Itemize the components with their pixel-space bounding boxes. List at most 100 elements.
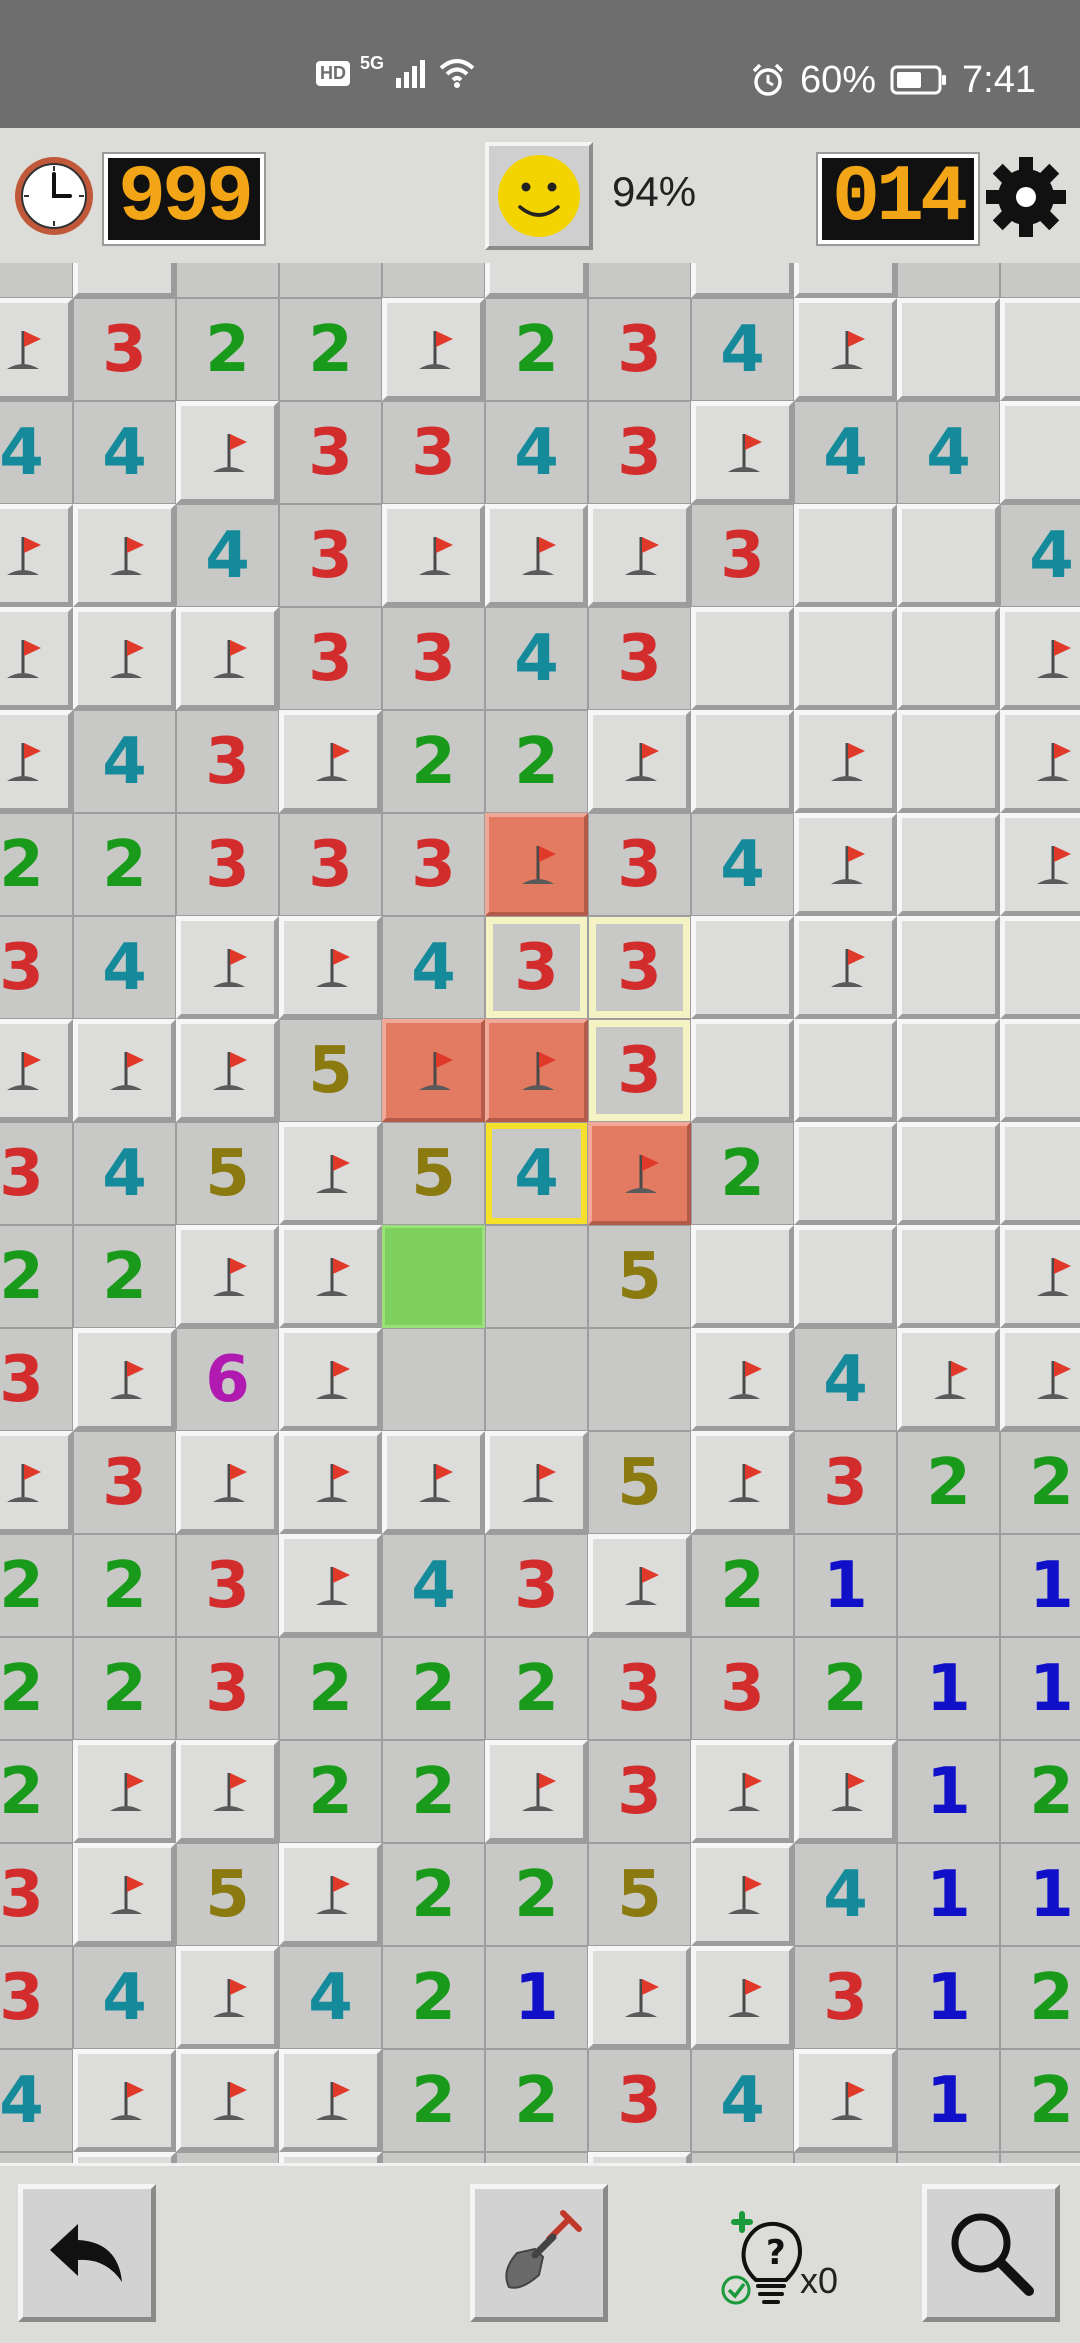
dig-shovel-button[interactable] [470, 2184, 608, 2322]
number-cell[interactable]: 4 [176, 504, 279, 607]
flagged-cell[interactable] [0, 1431, 73, 1534]
number-cell[interactable]: 2 [382, 1946, 485, 2049]
board-cell[interactable] [897, 263, 1000, 298]
number-cell[interactable]: 3 [279, 401, 382, 504]
flagged-cell[interactable] [897, 1328, 1000, 1431]
flagged-cell[interactable] [176, 1431, 279, 1534]
number-cell[interactable]: 2 [485, 1843, 588, 1946]
number-cell[interactable]: 5 [279, 1019, 382, 1122]
number-cell[interactable]: 3 [691, 1637, 794, 1740]
unrevealed-cell[interactable] [691, 607, 794, 710]
flagged-cell[interactable] [73, 1843, 176, 1946]
number-cell[interactable]: 3 [588, 2049, 691, 2152]
flagged-cell[interactable] [588, 710, 691, 813]
flagged-cell[interactable] [1000, 1328, 1080, 1431]
flagged-cell[interactable] [73, 607, 176, 710]
board-cell[interactable] [176, 263, 279, 298]
flagged-cell[interactable] [279, 1843, 382, 1946]
flagged-cell[interactable] [0, 1019, 73, 1122]
unrevealed-cell[interactable] [897, 504, 1000, 607]
number-cell[interactable]: 4 [485, 1122, 588, 1225]
number-cell[interactable]: 3 [0, 1328, 73, 1431]
number-cell[interactable]: 5 [382, 1122, 485, 1225]
flagged-cell[interactable] [1000, 813, 1080, 916]
flagged-cell[interactable] [279, 1431, 382, 1534]
number-cell[interactable]: 2 [382, 1740, 485, 1843]
number-cell[interactable]: 3 [382, 813, 485, 916]
number-cell[interactable]: 4 [794, 1328, 897, 1431]
flagged-cell[interactable] [382, 1431, 485, 1534]
number-cell[interactable]: 3 [382, 607, 485, 710]
number-cell[interactable]: 3 [588, 607, 691, 710]
number-cell[interactable]: 3 [176, 710, 279, 813]
number-cell[interactable]: 2 [279, 298, 382, 401]
number-cell[interactable]: 3 [176, 813, 279, 916]
board-cell[interactable] [279, 263, 382, 298]
number-cell[interactable]: 2 [1000, 1431, 1080, 1534]
empty-cell[interactable] [897, 1534, 1000, 1637]
flagged-cell[interactable] [794, 2049, 897, 2152]
flagged-cell[interactable] [1000, 710, 1080, 813]
number-cell[interactable]: 4 [691, 2049, 794, 2152]
flagged-cell[interactable] [0, 298, 73, 401]
number-cell[interactable]: 1 [897, 2049, 1000, 2152]
number-cell[interactable]: 2 [279, 1637, 382, 1740]
flagged-cell[interactable] [73, 1740, 176, 1843]
flagged-cell[interactable] [0, 607, 73, 710]
flagged-cell[interactable] [485, 1431, 588, 1534]
number-cell[interactable]: 4 [73, 1122, 176, 1225]
flagged-cell[interactable] [279, 1328, 382, 1431]
unrevealed-cell[interactable] [897, 1122, 1000, 1225]
board-cell[interactable] [382, 2152, 485, 2163]
number-cell[interactable]: 2 [0, 813, 73, 916]
flagged-cell[interactable] [588, 1122, 691, 1225]
number-cell[interactable]: 3 [794, 1946, 897, 2049]
number-cell[interactable]: 2 [73, 813, 176, 916]
number-cell[interactable]: 3 [794, 1431, 897, 1534]
flagged-cell[interactable] [176, 607, 279, 710]
unrevealed-cell[interactable] [897, 710, 1000, 813]
flagged-cell[interactable] [794, 916, 897, 1019]
unrevealed-cell[interactable] [691, 1225, 794, 1328]
board-cell[interactable] [0, 2152, 73, 2163]
number-cell[interactable]: 3 [485, 1534, 588, 1637]
number-cell[interactable]: 5 [176, 1122, 279, 1225]
flagged-cell[interactable] [279, 1122, 382, 1225]
flagged-cell[interactable] [588, 1534, 691, 1637]
unrevealed-cell[interactable] [691, 1019, 794, 1122]
number-cell[interactable]: 3 [588, 1019, 691, 1122]
flagged-cell[interactable] [485, 1019, 588, 1122]
unrevealed-cell[interactable] [897, 1225, 1000, 1328]
flagged-cell[interactable] [176, 2049, 279, 2152]
board-cell[interactable] [691, 2152, 794, 2163]
number-cell[interactable]: 2 [382, 1843, 485, 1946]
flagged-cell[interactable] [588, 1946, 691, 2049]
flagged-cell[interactable] [279, 2049, 382, 2152]
unrevealed-cell[interactable] [897, 607, 1000, 710]
unrevealed-cell[interactable] [794, 1019, 897, 1122]
number-cell[interactable]: 4 [691, 813, 794, 916]
number-cell[interactable]: 2 [691, 1122, 794, 1225]
number-cell[interactable]: 2 [0, 1534, 73, 1637]
number-cell[interactable]: 2 [794, 1637, 897, 1740]
number-cell[interactable]: 2 [485, 710, 588, 813]
flagged-cell[interactable] [794, 298, 897, 401]
number-cell[interactable]: 5 [588, 1843, 691, 1946]
flagged-cell[interactable] [794, 813, 897, 916]
number-cell[interactable]: 3 [0, 1122, 73, 1225]
number-cell[interactable]: 2 [73, 1225, 176, 1328]
number-cell[interactable]: 3 [382, 401, 485, 504]
flagged-cell[interactable] [794, 710, 897, 813]
settings-gear-icon[interactable] [983, 154, 1069, 240]
board-cell[interactable] [73, 263, 176, 298]
number-cell[interactable]: 1 [897, 1740, 1000, 1843]
number-cell[interactable]: 4 [279, 1946, 382, 2049]
unrevealed-cell[interactable] [897, 1019, 1000, 1122]
flagged-cell[interactable] [176, 916, 279, 1019]
number-cell[interactable]: 2 [0, 1637, 73, 1740]
number-cell[interactable]: 4 [1000, 504, 1080, 607]
number-cell[interactable]: 4 [73, 916, 176, 1019]
number-cell[interactable]: 3 [588, 916, 691, 1019]
number-cell[interactable]: 5 [588, 1431, 691, 1534]
number-cell[interactable]: 3 [588, 298, 691, 401]
